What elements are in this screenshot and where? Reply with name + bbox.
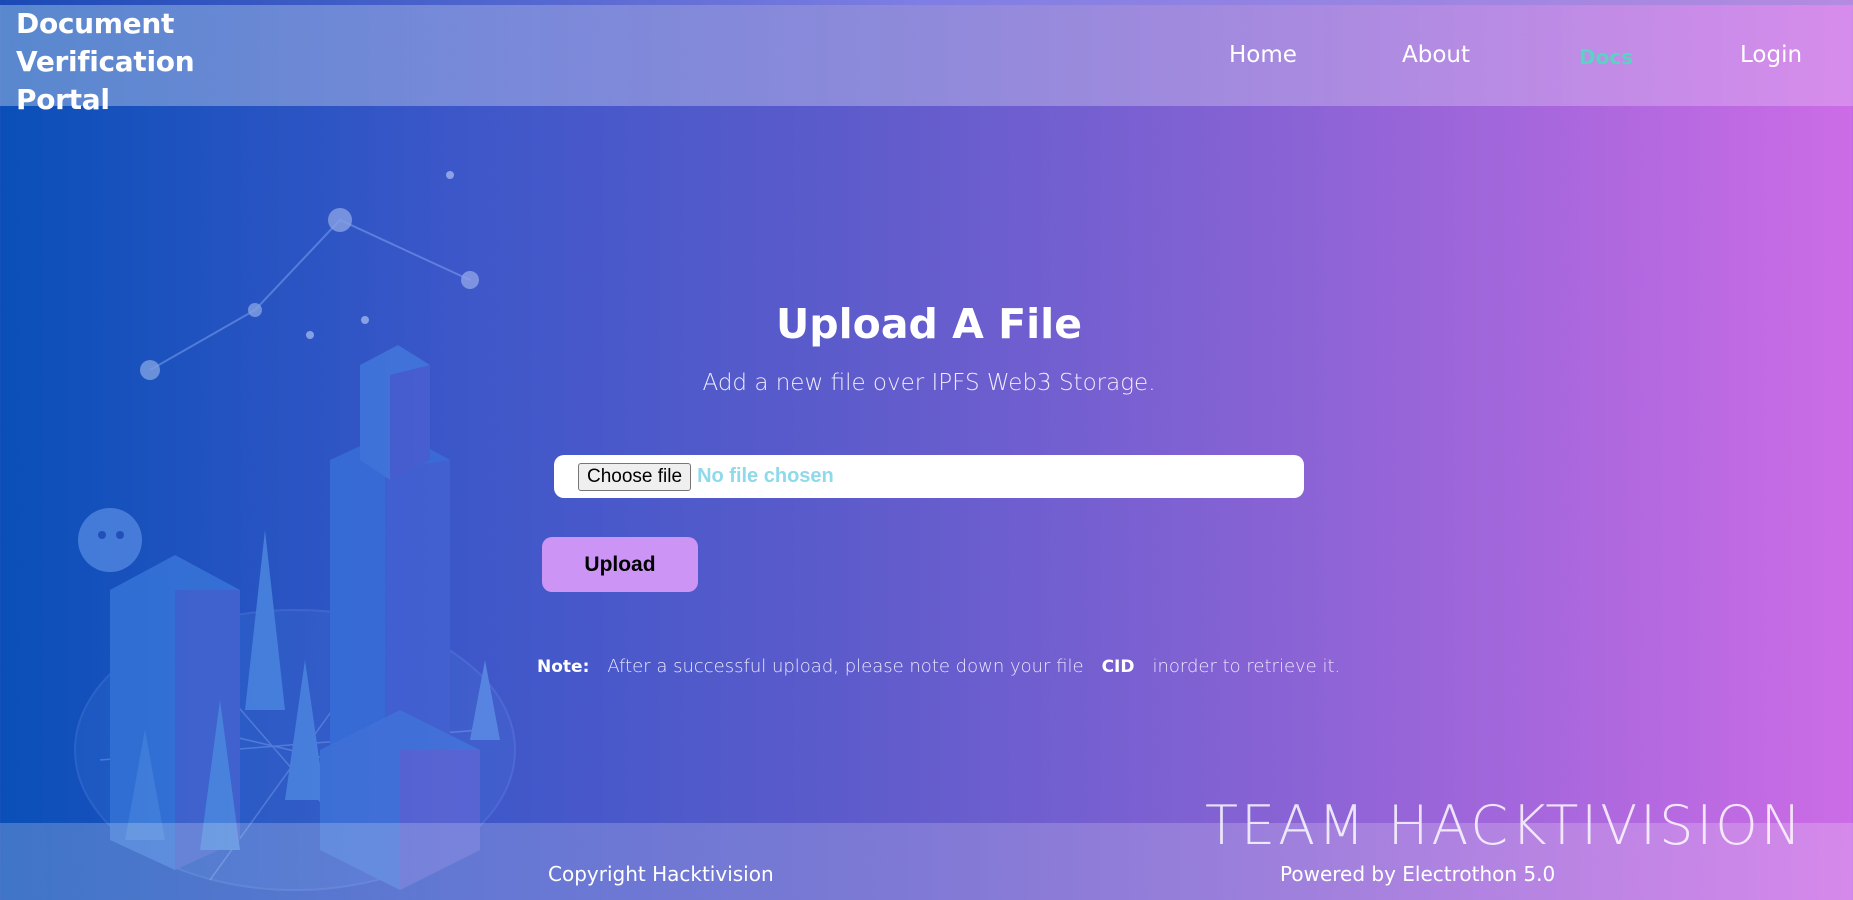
nav-about-link[interactable]: About [1402,42,1470,68]
upload-button[interactable]: Upload [542,537,698,592]
file-input[interactable]: Choose file No file chosen [554,455,1304,498]
page-title: Upload A File [775,300,1083,348]
choose-file-button[interactable]: Choose file [578,462,692,491]
footer-powered-by: Powered by Electrothon 5.0 [1280,862,1556,886]
upload-note: Note: After a successful upload, please … [537,656,1340,677]
nav-docs-link[interactable]: Docs [1579,45,1633,69]
page-subtitle: Add a new file over IPFS Web3 Storage. [702,370,1156,396]
team-watermark: TEAM HACKTIVISION [1205,794,1805,857]
isometric-city-illustration [74,171,516,891]
face-icon [78,508,142,572]
note-text-end: inorder to retrieve it. [1152,656,1341,677]
nav-home-link[interactable]: Home [1229,42,1297,68]
star-icon [461,271,479,289]
star-icon [446,171,454,179]
navbar: Document Verification Portal Home About … [0,5,1853,116]
nav-login-link[interactable]: Login [1740,42,1802,68]
file-status-text: No file chosen [697,465,834,487]
brand-title: Document Verification Portal [16,7,195,116]
note-label: Note: [537,656,590,677]
note-cid: CID [1101,656,1135,677]
footer-copyright: Copyright Hacktivision [548,862,774,886]
star-icon [328,208,352,232]
note-text: After a successful upload, please note d… [607,656,1084,677]
